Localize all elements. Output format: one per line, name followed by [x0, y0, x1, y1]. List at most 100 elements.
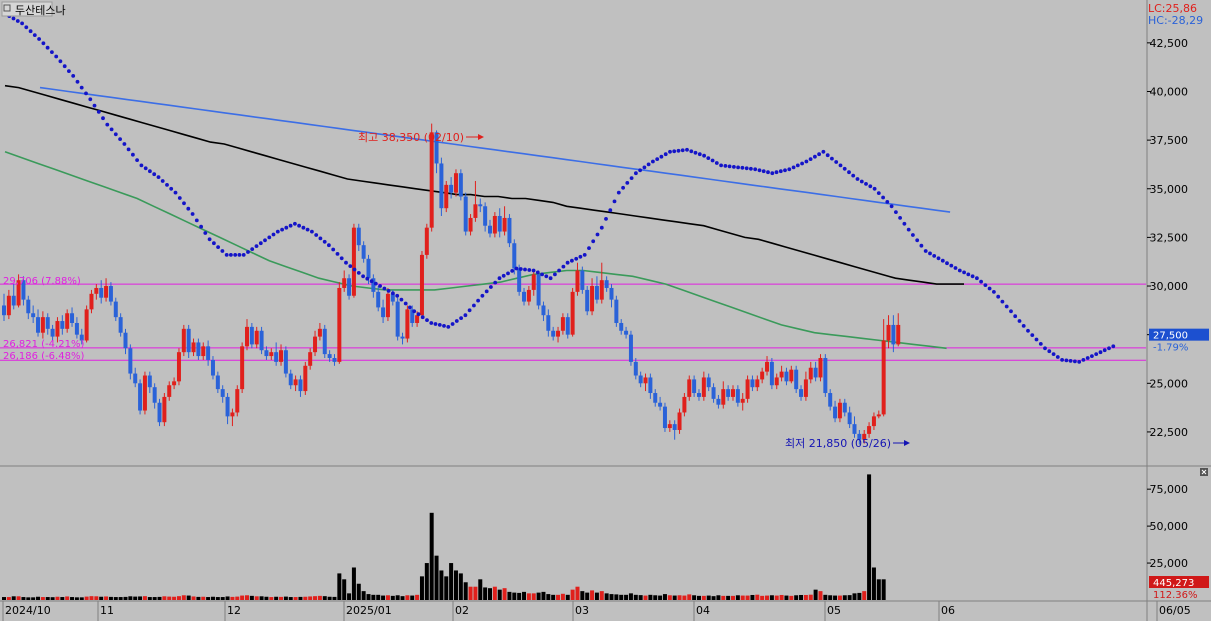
current-change-label: -1.79%	[1153, 343, 1188, 354]
volume-bar	[867, 474, 872, 600]
indicator-dot	[32, 33, 37, 37]
candle-body	[327, 354, 332, 359]
indicator-dot	[795, 163, 800, 168]
candlestick[interactable]	[259, 326, 264, 355]
candlestick[interactable]	[794, 365, 799, 394]
volume-bar	[230, 596, 235, 600]
candle-body	[687, 379, 692, 397]
volume-bar	[483, 587, 488, 600]
candlestick[interactable]	[662, 402, 667, 432]
volume-bar	[580, 591, 585, 600]
candlestick[interactable]	[176, 348, 181, 386]
candlestick[interactable]	[818, 354, 823, 382]
volume-bar	[560, 593, 565, 600]
candle-body	[614, 299, 619, 323]
volume-bar	[419, 576, 424, 600]
volume-bar	[852, 593, 857, 600]
volume-bar	[735, 595, 740, 600]
volume-bar	[677, 595, 682, 600]
candlestick[interactable]	[463, 192, 468, 236]
volume-bar	[162, 596, 167, 600]
candlestick[interactable]	[439, 157, 444, 216]
candlestick[interactable]	[138, 379, 143, 415]
candlestick[interactable]	[424, 223, 429, 259]
candlestick[interactable]	[585, 286, 590, 316]
candlestick[interactable]	[507, 214, 512, 248]
candlestick[interactable]	[162, 393, 167, 427]
volume-bar	[167, 596, 172, 600]
candlestick[interactable]	[580, 266, 585, 294]
indicator-dot	[911, 233, 915, 237]
indicator-dot	[476, 298, 480, 303]
volume-bar	[439, 570, 444, 600]
stock-chart[interactable]: 42,500 40,000 37,500 35,000 32,500 30,000 27,5…	[0, 0, 1211, 621]
indicator-dot	[263, 238, 267, 243]
candle-body	[818, 358, 823, 378]
indicator-dot	[659, 154, 664, 159]
indicator-dot	[369, 279, 374, 284]
candlestick[interactable]	[570, 287, 575, 337]
indicator-dot	[697, 152, 702, 157]
candlestick[interactable]	[823, 354, 828, 397]
candle-body	[303, 365, 308, 392]
candle-body	[556, 330, 561, 337]
candlestick[interactable]	[283, 346, 288, 378]
volume-bar	[779, 594, 784, 600]
volume-bar	[740, 595, 745, 600]
indicator-dot	[391, 291, 395, 296]
indicator-dot	[62, 64, 67, 69]
candle-body	[735, 389, 740, 403]
indicator-dot	[749, 166, 753, 171]
volume-bar	[220, 597, 225, 600]
candlestick[interactable]	[337, 282, 342, 364]
candlestick[interactable]	[628, 330, 633, 366]
volume-bar	[726, 595, 731, 600]
candle-body	[896, 324, 901, 345]
candle-body	[142, 375, 147, 411]
indicator-dot	[842, 166, 847, 171]
candlestick[interactable]	[240, 342, 245, 394]
volume-bar	[662, 594, 667, 600]
indicator-dot	[493, 280, 498, 285]
candlestick[interactable]	[769, 358, 774, 390]
candlestick[interactable]	[419, 251, 424, 318]
candlestick[interactable]	[405, 305, 410, 343]
indicator-dot	[706, 156, 711, 161]
volume-bar	[755, 594, 760, 600]
candle-body	[721, 389, 726, 405]
candlestick[interactable]	[322, 324, 327, 359]
candlestick[interactable]	[351, 223, 356, 298]
indicator-dot	[433, 322, 438, 326]
indicator-dot	[783, 168, 787, 173]
candlestick[interactable]	[745, 375, 750, 403]
candlestick[interactable]	[181, 324, 186, 357]
volume-bar	[133, 596, 138, 600]
candle-body	[2, 305, 6, 316]
candlestick[interactable]	[444, 180, 449, 213]
candlestick[interactable]	[235, 385, 240, 417]
candle-body	[886, 324, 891, 341]
candle-body	[594, 286, 599, 300]
indicator-dot	[932, 254, 937, 258]
candlestick[interactable]	[453, 169, 458, 197]
indicator-dot	[484, 289, 489, 294]
candle-body	[31, 313, 36, 318]
candlestick[interactable]	[536, 270, 541, 310]
candlestick[interactable]	[395, 297, 400, 341]
candle-body	[731, 389, 735, 397]
candlestick[interactable]	[142, 371, 147, 415]
candle-body	[118, 317, 123, 333]
x-axis-label: 06	[941, 604, 955, 617]
volume-bar	[585, 592, 590, 600]
candlestick[interactable]	[614, 295, 619, 327]
volume-bar	[128, 596, 133, 600]
indicator-dot	[774, 170, 779, 175]
candlestick[interactable]	[303, 361, 308, 395]
candlestick[interactable]	[84, 305, 89, 343]
candlestick[interactable]	[458, 169, 463, 201]
volume-bar	[429, 512, 434, 600]
candle-body	[449, 184, 454, 193]
volume-bar	[565, 594, 570, 600]
volume-y-tick-label: 50,000	[1150, 520, 1189, 533]
candlestick[interactable]	[157, 398, 162, 427]
